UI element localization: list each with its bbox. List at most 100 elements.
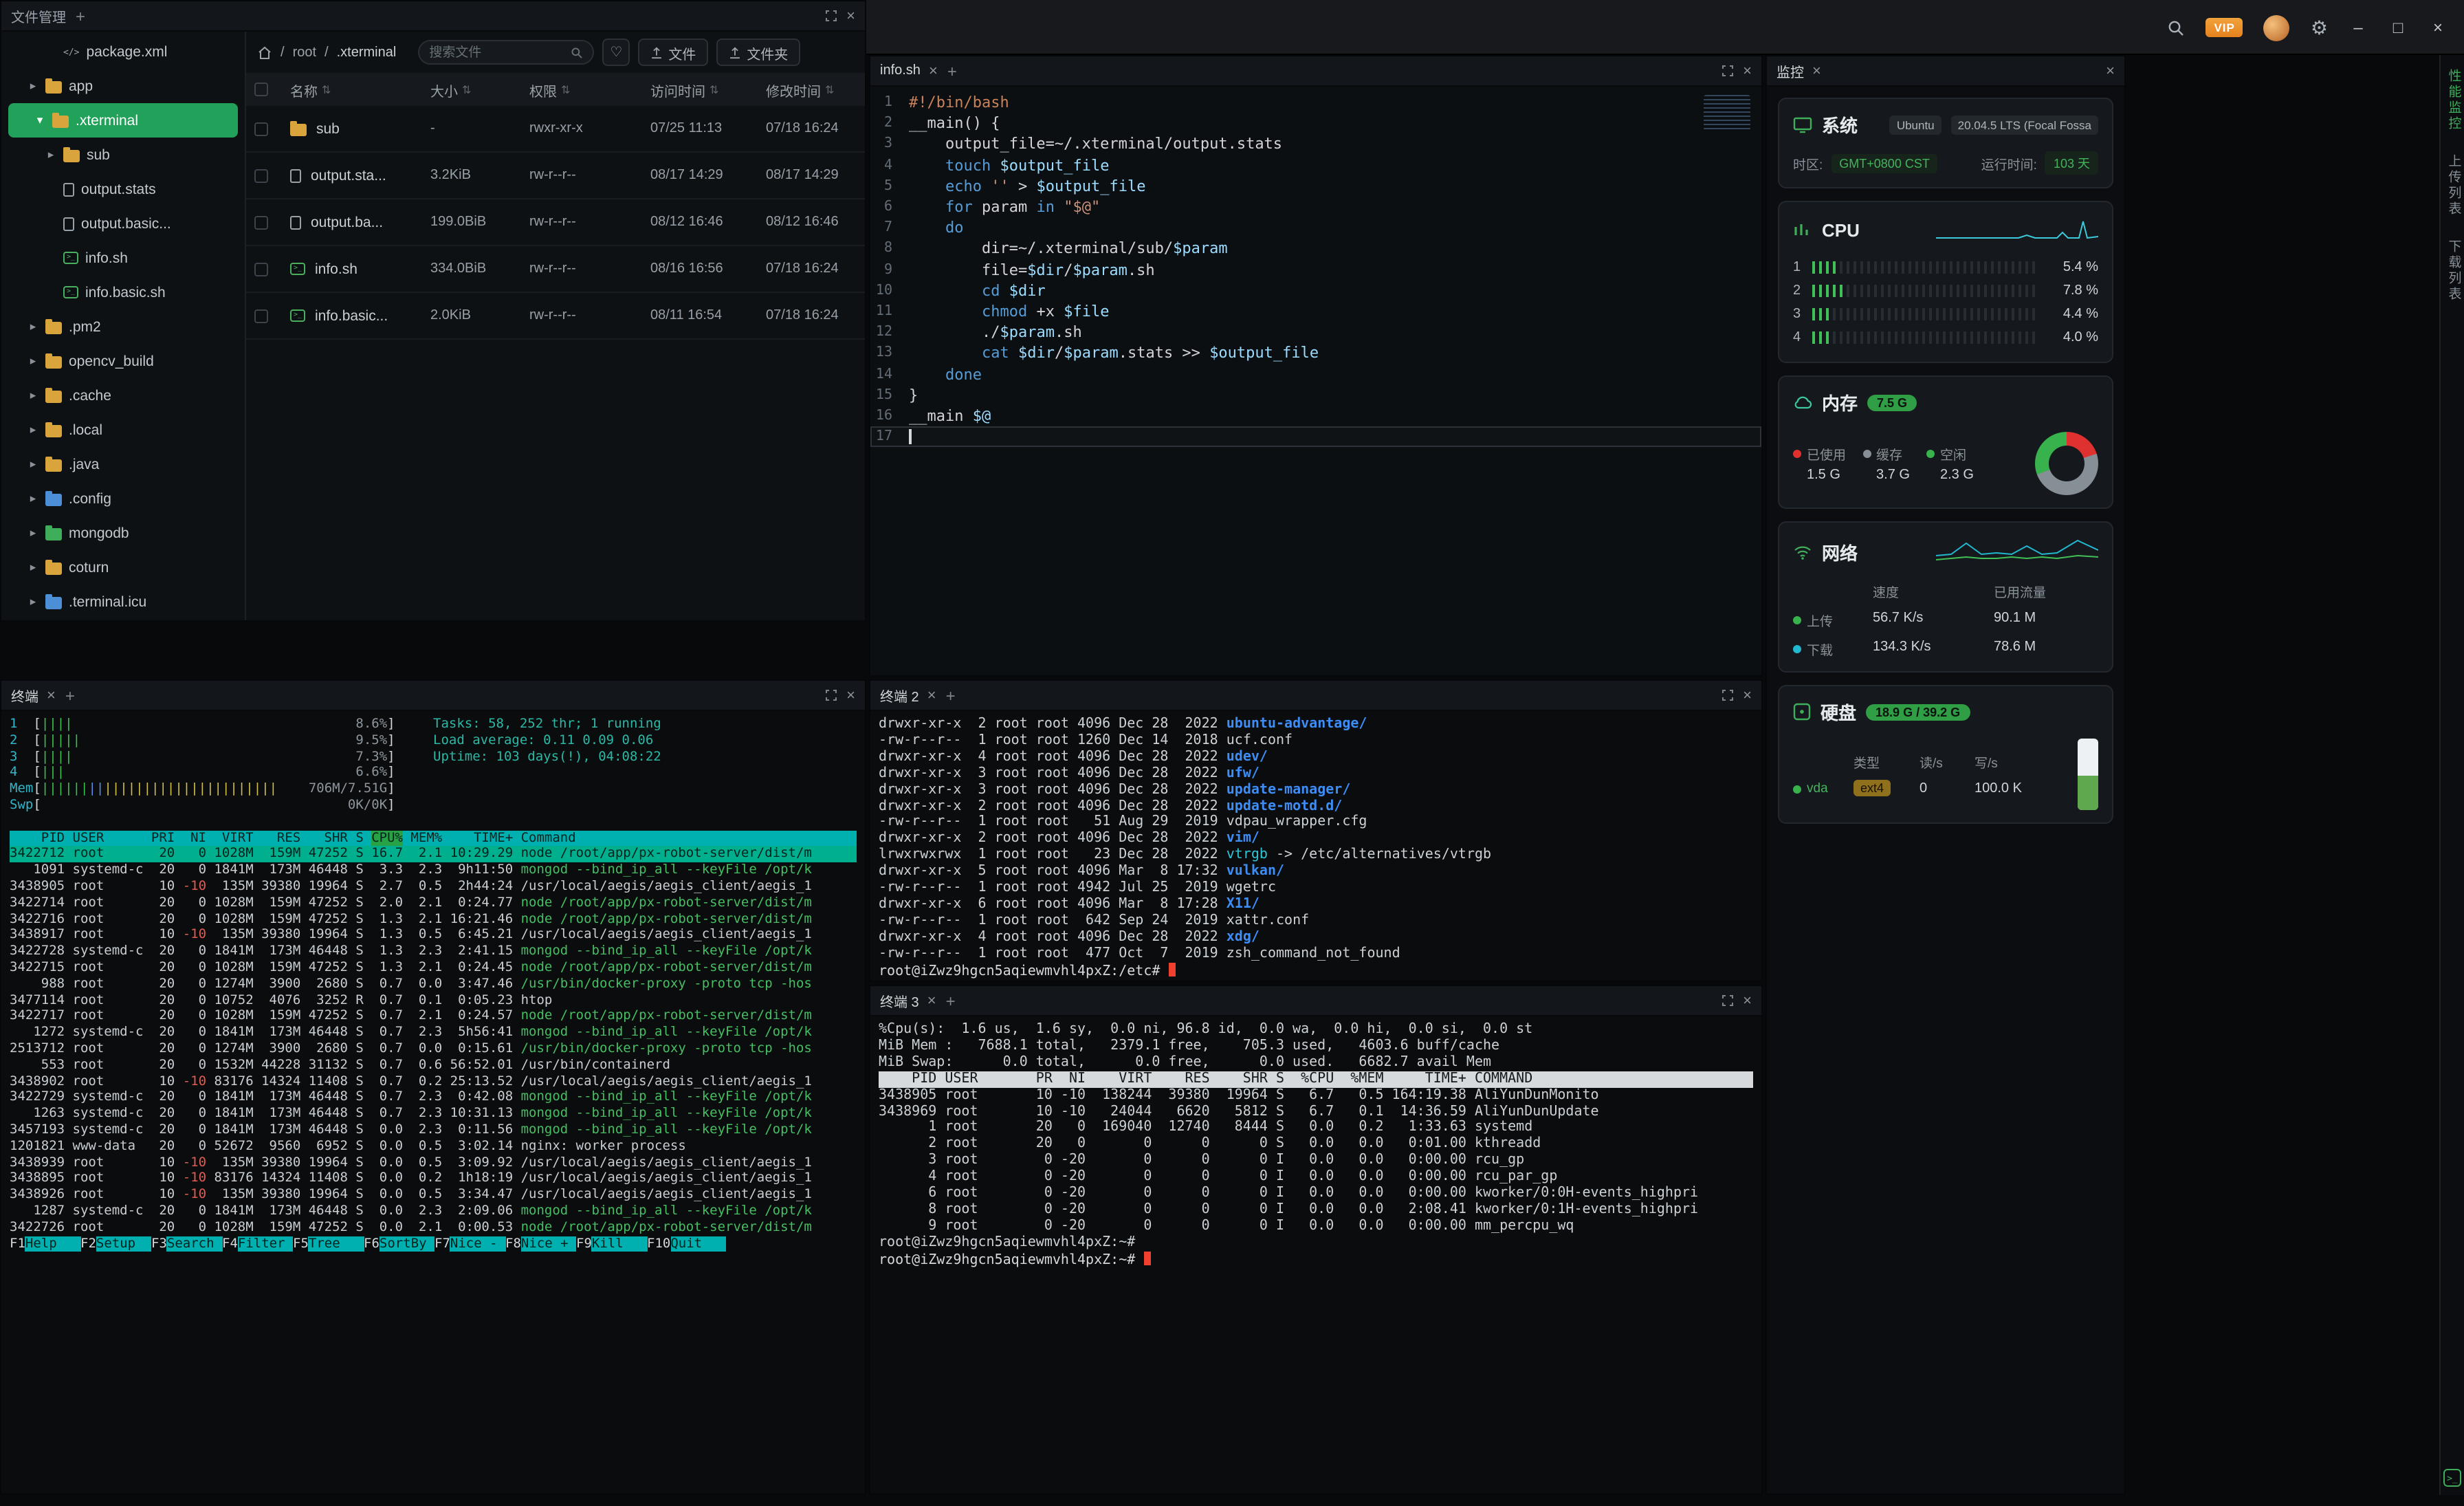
expand-panel-icon[interactable] bbox=[1721, 689, 1733, 701]
tree-item-app[interactable]: ▸ app bbox=[1, 69, 245, 103]
search-box[interactable] bbox=[418, 40, 595, 65]
process-row[interactable]: 3457193 systemd-c 20 0 1841M 173M 46448 … bbox=[10, 1122, 857, 1139]
expand-panel-icon[interactable] bbox=[824, 689, 837, 701]
process-row[interactable]: 1272 systemd-c 20 0 1841M 173M 46448 S 0… bbox=[10, 1025, 857, 1041]
sort-icon[interactable]: ⇅ bbox=[825, 83, 834, 96]
process-row[interactable]: 3422717 root 20 0 1028M 159M 47252 S 0.7… bbox=[10, 1009, 857, 1025]
process-row[interactable]: 3422729 systemd-c 20 0 1841M 173M 46448 … bbox=[10, 1090, 857, 1106]
tree-item-.java[interactable]: ▸ .java bbox=[1, 447, 245, 481]
process-row[interactable]: 1091 systemd-c 20 0 1841M 173M 46448 S 3… bbox=[10, 862, 857, 879]
process-row[interactable]: 3422728 systemd-c 20 0 1841M 173M 46448 … bbox=[10, 943, 857, 960]
close-icon[interactable]: × bbox=[927, 992, 936, 1009]
chevron-right-icon[interactable]: ▸ bbox=[28, 491, 38, 506]
expand-panel-icon[interactable] bbox=[1721, 65, 1733, 77]
process-row[interactable]: 3422726 root 20 0 1028M 159M 47252 S 0.0… bbox=[10, 1219, 857, 1236]
close-panel-icon[interactable]: × bbox=[846, 687, 855, 703]
rail-tab-performance[interactable]: 性能监控 bbox=[2443, 69, 2462, 132]
process-row[interactable]: 1201821 www-data 20 0 52672 9560 6952 S … bbox=[10, 1138, 857, 1155]
close-icon[interactable]: × bbox=[47, 687, 56, 703]
close-panel-icon[interactable]: × bbox=[1743, 992, 1752, 1009]
htop-table-header[interactable]: PID USER PRI NI VIRT RES SHR S CPU% MEM%… bbox=[10, 830, 857, 847]
favorite-button[interactable]: ♡ bbox=[602, 39, 630, 66]
new-terminal-button[interactable]: + bbox=[946, 686, 956, 705]
chevron-right-icon[interactable]: ▸ bbox=[28, 525, 38, 541]
process-row[interactable]: 3438926 root 10 -10 135M 39380 19964 S 0… bbox=[10, 1187, 857, 1203]
column-header-访问时间[interactable]: 访问时间 ⇅ bbox=[650, 79, 766, 100]
tree-item-.cache[interactable]: ▸ .cache bbox=[1, 378, 245, 413]
sort-icon[interactable]: ⇅ bbox=[322, 83, 331, 96]
tree-item-package.xml[interactable]: </> package.xml bbox=[1, 34, 245, 69]
breadcrumb-current[interactable]: .xterminal bbox=[337, 45, 397, 60]
file-row-info.sh[interactable]: >_ info.sh 334.0BiB rw-r--r-- 08/16 16:56 07/… bbox=[246, 246, 865, 293]
tree-item-.pm2[interactable]: ▸ .pm2 bbox=[1, 309, 245, 344]
editor-minimap[interactable] bbox=[1704, 95, 1750, 131]
sort-icon[interactable]: ⇅ bbox=[462, 83, 471, 96]
process-row[interactable]: 1263 systemd-c 20 0 1841M 173M 46448 S 0… bbox=[10, 1106, 857, 1122]
process-row[interactable]: 1287 systemd-c 20 0 1841M 173M 46448 S 0… bbox=[10, 1203, 857, 1220]
sort-icon[interactable]: ⇅ bbox=[710, 83, 718, 96]
expand-panel-icon[interactable] bbox=[824, 10, 837, 22]
new-file-tab-button[interactable]: + bbox=[947, 61, 957, 80]
tree-item-opencv_build[interactable]: ▸ opencv_build bbox=[1, 344, 245, 378]
column-header-名称[interactable]: 名称 ⇅ bbox=[290, 79, 430, 100]
htop-fkey-bar[interactable]: F1Help F2Setup F3Search F4Filter F5Tree … bbox=[10, 1236, 857, 1252]
process-row[interactable]: 3422714 root 20 0 1028M 159M 47252 S 2.0… bbox=[10, 895, 857, 912]
process-row[interactable]: 3438917 root 10 -10 135M 39380 19964 S 1… bbox=[10, 928, 857, 944]
row-checkbox[interactable] bbox=[254, 122, 268, 135]
vip-badge[interactable]: VIP bbox=[2206, 18, 2243, 37]
terminal-3-tab[interactable]: 终端 3 × bbox=[880, 990, 936, 1011]
sort-icon[interactable]: ⇅ bbox=[561, 83, 570, 96]
expand-panel-icon[interactable] bbox=[1721, 994, 1733, 1007]
search-icon[interactable] bbox=[2167, 19, 2185, 36]
home-icon[interactable] bbox=[257, 45, 272, 60]
row-checkbox[interactable] bbox=[254, 309, 268, 323]
file-row-output.sta...[interactable]: output.sta... 3.2KiB rw-r--r-- 08/17 14:29 0… bbox=[246, 153, 865, 199]
upload-file-button[interactable]: 文件 bbox=[638, 39, 709, 66]
breadcrumb-root[interactable]: root bbox=[293, 45, 316, 60]
tree-item-.config[interactable]: ▸ .config bbox=[1, 481, 245, 516]
close-panel-icon[interactable]: × bbox=[1743, 63, 1752, 79]
chevron-right-icon[interactable]: ▸ bbox=[28, 594, 38, 609]
chevron-right-icon[interactable]: ▸ bbox=[28, 422, 38, 437]
maximize-button[interactable]: □ bbox=[2388, 18, 2408, 37]
chevron-right-icon[interactable]: ▸ bbox=[28, 78, 38, 94]
new-terminal-button[interactable]: + bbox=[65, 686, 75, 705]
minimize-button[interactable]: – bbox=[2348, 18, 2368, 37]
process-row[interactable]: 3438895 root 10 -10 83176 14324 11408 S … bbox=[10, 1171, 857, 1188]
terminal-3-screen[interactable]: %Cpu(s): 1.6 us, 1.6 sy, 0.0 ni, 96.8 id… bbox=[870, 1016, 1761, 1494]
tree-item-info.sh[interactable]: >_ info.sh bbox=[1, 241, 245, 275]
chevron-right-icon[interactable]: ▸ bbox=[28, 353, 38, 369]
search-input[interactable] bbox=[429, 45, 566, 60]
tree-item-output.stats[interactable]: output.stats bbox=[1, 172, 245, 206]
close-panel-icon[interactable]: × bbox=[2106, 63, 2115, 79]
process-row[interactable]: 2513712 root 20 0 1274M 3900 2680 S 0.7 … bbox=[10, 1041, 857, 1058]
terminal-1-tab[interactable]: 终端 × bbox=[11, 685, 56, 706]
terminal-2-screen[interactable]: drwxr-xr-x 2 root root 4096 Dec 28 2022 … bbox=[870, 711, 1761, 981]
column-header-大小[interactable]: 大小 ⇅ bbox=[430, 79, 529, 100]
process-row[interactable]: 988 root 20 0 1274M 3900 2680 S 0.7 0.0 … bbox=[10, 976, 857, 993]
row-checkbox[interactable] bbox=[254, 168, 268, 182]
column-header-权限[interactable]: 权限 ⇅ bbox=[529, 79, 650, 100]
upload-folder-button[interactable]: 文件夹 bbox=[716, 39, 801, 66]
settings-gear-icon[interactable]: ⚙ bbox=[2311, 16, 2328, 39]
chevron-down-icon[interactable]: ▾ bbox=[34, 113, 45, 128]
chevron-right-icon[interactable]: ▸ bbox=[45, 147, 56, 162]
process-row[interactable]: 3438939 root 10 -10 135M 39380 19964 S 0… bbox=[10, 1155, 857, 1171]
close-icon[interactable]: × bbox=[929, 63, 938, 79]
process-row[interactable]: 3438902 root 10 -10 83176 14324 11408 S … bbox=[10, 1073, 857, 1090]
file-row-output.ba...[interactable]: output.ba... 199.0BiB rw-r--r-- 08/12 16:46… bbox=[246, 199, 865, 246]
terminal-1-screen[interactable]: 1 [|||| 8.6%] 2 [||||| 9.5%] 3 [|||| 7.3%]… bbox=[1, 711, 865, 1494]
chevron-right-icon[interactable]: ▸ bbox=[28, 457, 38, 472]
chevron-right-icon[interactable]: ▸ bbox=[28, 319, 38, 334]
tree-item-info.basic.sh[interactable]: >_ info.basic.sh bbox=[1, 275, 245, 309]
monitor-tab[interactable]: 监控 × bbox=[1776, 61, 1821, 81]
process-row[interactable]: 3422715 root 20 0 1028M 159M 47252 S 1.3… bbox=[10, 960, 857, 976]
tree-item-.local[interactable]: ▸ .local bbox=[1, 413, 245, 447]
select-all-checkbox[interactable] bbox=[254, 83, 268, 96]
tree-item-.xterminal[interactable]: ▾ .xterminal bbox=[8, 103, 238, 138]
column-header-修改时间[interactable]: 修改时间 ⇅ bbox=[766, 79, 857, 100]
chevron-right-icon[interactable]: ▸ bbox=[28, 560, 38, 575]
close-panel-icon[interactable]: × bbox=[1743, 687, 1752, 703]
new-terminal-button[interactable]: + bbox=[946, 991, 956, 1010]
process-row[interactable]: 3477114 root 20 0 10752 4076 3252 R 0.7 … bbox=[10, 992, 857, 1009]
